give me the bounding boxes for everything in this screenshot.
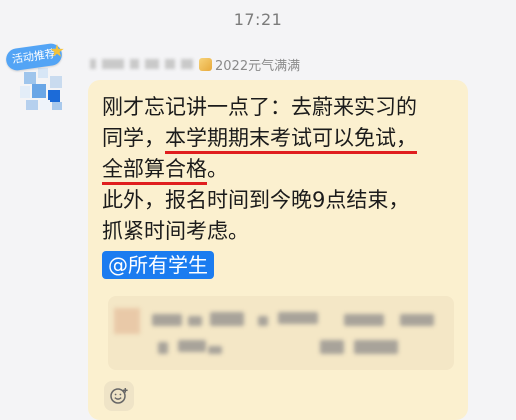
message-line: 抓紧时间考虑。 [102,219,249,243]
blurred-text [188,316,202,326]
message-text-span: 同学， [102,126,165,150]
highlighted-text: 全部算合格 [102,157,207,185]
blurred-text [210,312,244,326]
sender-avatar[interactable]: 活动推荐 [4,42,72,116]
blurred-text [320,340,344,354]
mention-all-students[interactable]: @所有学生 [102,251,214,279]
blurred-text [354,340,398,354]
mention-row: @所有学生 [102,250,462,281]
message-line: 此外，报名时间到今晚9点结束， [102,188,410,212]
sender-name-blurred [90,59,193,69]
blurred-text [152,314,182,326]
quoted-message-card[interactable] [108,296,454,370]
blurred-text [158,342,168,354]
message-line: 刚才忘记讲一点了：去蔚来实习的 [102,95,417,119]
message-text: 刚才忘记讲一点了：去蔚来实习的 同学，本学期期末考试可以免试， 全部算合格。 此… [102,92,462,281]
avatar-image [16,68,68,114]
message-line: 同学，本学期期末考试可以免试， [102,123,462,154]
message-line: 全部算合格。 [102,154,462,185]
sender-title-badge: 2022元气满满 [215,58,301,74]
sender-row: 2022元气满满 [90,55,301,74]
add-reaction-button[interactable] [104,381,134,411]
blurred-text [278,312,318,324]
message-text-span: 。 [207,157,228,181]
status-time: 17:21 [233,10,283,29]
emoji-add-icon [110,388,128,404]
quote-thumbnail [114,308,140,334]
blurred-text [344,314,384,326]
blurred-text [208,346,222,354]
blurred-text [178,340,206,352]
blurred-text [400,314,434,326]
blurred-text [258,316,268,326]
highlighted-text: 本学期期末考试可以免试， [165,126,417,154]
title-badge-icon [199,57,212,71]
